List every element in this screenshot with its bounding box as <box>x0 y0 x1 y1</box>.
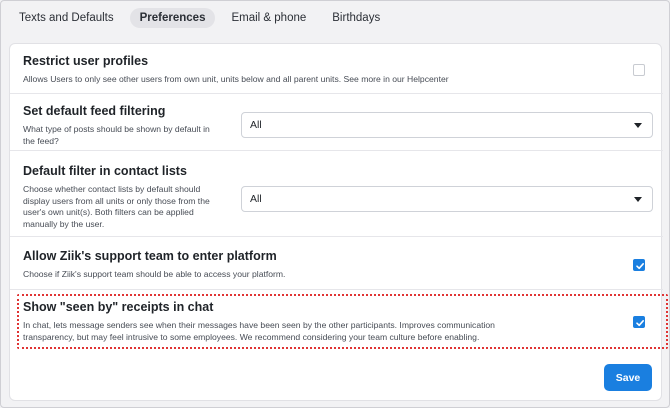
feed-filter-select[interactable]: All <box>241 112 653 138</box>
setting-title: Set default feed filtering <box>23 104 166 118</box>
setting-default-feed-filtering: Set default feed filtering What type of … <box>10 94 663 151</box>
restrict-user-profiles-checkbox[interactable] <box>633 64 645 76</box>
setting-description: Choose if Ziik's support team should be … <box>23 269 286 279</box>
setting-title: Show "seen by" receipts in chat <box>23 300 214 314</box>
setting-description: What type of posts should be shown by de… <box>23 124 210 146</box>
setting-title: Default filter in contact lists <box>23 164 187 178</box>
support-team-access-checkbox[interactable] <box>633 259 645 271</box>
caret-down-icon <box>634 123 642 128</box>
tab-texts-and-defaults[interactable]: Texts and Defaults <box>9 8 124 28</box>
feed-filter-value: All <box>250 119 262 131</box>
settings-window: Texts and Defaults Preferences Email & p… <box>0 0 670 408</box>
setting-title: Restrict user profiles <box>23 54 149 68</box>
tab-email-phone[interactable]: Email & phone <box>221 8 316 28</box>
setting-title: Allow Ziik's support team to enter platf… <box>23 249 277 263</box>
setting-default-contact-filter: Default filter in contact lists Choose w… <box>10 151 663 237</box>
setting-description: In chat, lets message senders see when t… <box>23 320 495 342</box>
setting-support-team-access: Allow Ziik's support team to enter platf… <box>10 237 663 290</box>
setting-restrict-user-profiles: Restrict user profiles Allows Users to o… <box>10 44 663 94</box>
caret-down-icon <box>634 197 642 202</box>
preferences-card: Restrict user profiles Allows Users to o… <box>9 43 668 401</box>
contact-filter-value: All <box>250 193 262 205</box>
settings-tabs: Texts and Defaults Preferences Email & p… <box>9 7 390 29</box>
contact-filter-select[interactable]: All <box>241 186 653 212</box>
tab-preferences[interactable]: Preferences <box>129 8 216 28</box>
checkmark-icon <box>636 320 644 327</box>
setting-description: Allows Users to only see other users fro… <box>23 74 449 84</box>
seen-by-receipts-checkbox[interactable] <box>633 316 645 328</box>
tab-birthdays[interactable]: Birthdays <box>322 8 390 28</box>
setting-seen-by-receipts: Show "seen by" receipts in chat In chat,… <box>10 290 663 350</box>
save-button[interactable]: Save <box>604 364 652 391</box>
setting-description: Choose whether contact lists by default … <box>23 184 210 229</box>
checkmark-icon <box>636 263 644 270</box>
